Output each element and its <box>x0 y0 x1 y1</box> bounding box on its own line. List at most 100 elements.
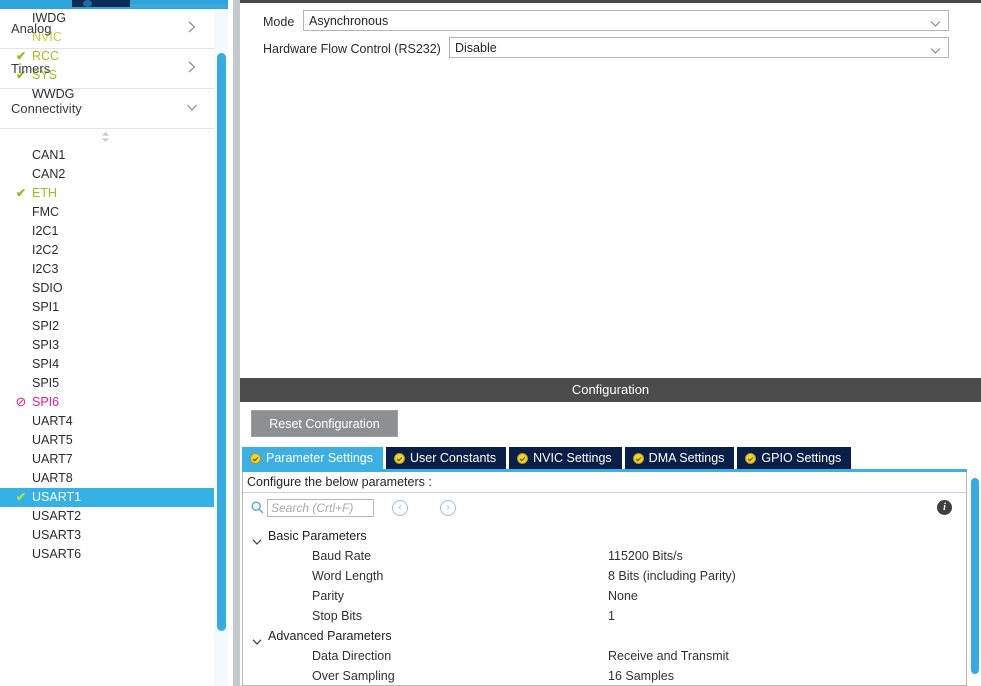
peripheral-item-i2c3[interactable]: I2C3 <box>0 260 214 279</box>
tab-nvic-settings[interactable]: NVIC Settings <box>509 447 622 469</box>
peripheral-item-uart4[interactable]: UART4 <box>0 412 214 431</box>
param-value[interactable]: None <box>608 586 638 606</box>
tab-status-check-icon <box>517 453 529 464</box>
peripheral-item-spi4[interactable]: SPI4 <box>0 355 214 374</box>
status-placeholder-icon <box>14 450 28 469</box>
mode-select-value: Asynchronous <box>309 14 389 28</box>
param-group-basic-parameters[interactable]: Basic Parameters <box>243 526 966 546</box>
peripheral-item-usart3[interactable]: USART3 <box>0 526 214 545</box>
usart1-config-panel: Mode Asynchronous Hardware Flow Control … <box>240 0 981 686</box>
tab-status-check-icon <box>632 453 644 464</box>
param-value[interactable]: 115200 Bits/s <box>608 546 683 566</box>
check-icon: ✔ <box>15 490 27 504</box>
tab-user-constants[interactable]: User Constants <box>386 447 507 469</box>
status-placeholder-icon <box>14 526 28 545</box>
param-row[interactable]: Data Direction Receive and Transmit <box>243 646 966 666</box>
peripheral-item-label: UART8 <box>32 471 73 485</box>
peripheral-item-usart6[interactable]: USART6 <box>0 545 214 564</box>
peripheral-item-label: I2C2 <box>32 243 59 257</box>
peripheral-item-i2c2[interactable]: I2C2 <box>0 241 214 260</box>
parameter-tree[interactable]: Basic Parameters Baud Rate 115200 Bits/s Wo… <box>243 526 966 685</box>
top-strip-divider <box>130 4 230 8</box>
search-input[interactable] <box>267 499 374 517</box>
param-group-label: Basic Parameters <box>268 529 367 543</box>
top-active-tab-sliver[interactable] <box>72 0 130 7</box>
status-placeholder-icon <box>14 165 28 184</box>
peripheral-item-label: SPI5 <box>32 376 60 390</box>
param-row[interactable]: Over Sampling 16 Samples <box>243 666 966 685</box>
mode-row: Mode Asynchronous <box>240 10 981 37</box>
peripheral-item-label: ETH <box>32 186 57 200</box>
tab-status-check-icon <box>394 453 405 464</box>
peripheral-item-sdio[interactable]: SDIO <box>0 279 214 298</box>
chevron-down-icon[interactable] <box>252 532 262 545</box>
peripheral-item-eth[interactable]: ✔ ETH <box>0 184 214 203</box>
category-group-timers[interactable]: Timers <box>0 48 214 89</box>
peripheral-item-uart5[interactable]: UART5 <box>0 431 214 450</box>
chevron-down-icon <box>186 100 198 114</box>
tab-parameter-settings[interactable]: Parameter Settings <box>242 447 383 469</box>
param-name: Baud Rate <box>312 549 372 563</box>
reset-configuration-button[interactable]: Reset Configuration <box>251 410 398 437</box>
peripheral-item-label: CAN1 <box>32 148 66 162</box>
peripheral-item-uart7[interactable]: UART7 <box>0 450 214 469</box>
param-value[interactable]: 1 <box>608 606 615 626</box>
connectivity-list: CAN1 CAN2 ✔ ETH FMC I2C1 I2C2 I2C3 SDIO SPI1 SPI2 S… <box>0 146 214 564</box>
peripheral-item-label: USART3 <box>32 528 82 542</box>
configuration-tabs[interactable]: Parameter Settings User Constants NVIC Set… <box>242 447 854 469</box>
category-groups: Analog Timers Connectivity CAN1 CAN2 ✔ ETH FMC I… <box>0 9 214 564</box>
status-placeholder-icon <box>14 507 28 526</box>
param-value[interactable]: Receive and Transmit <box>608 646 729 666</box>
parameter-scrollbar-thumb[interactable] <box>971 478 979 674</box>
peripheral-item-label: SPI1 <box>32 300 60 314</box>
peripheral-item-label: CAN2 <box>32 167 66 181</box>
tab-dma-settings[interactable]: DMA Settings <box>624 447 735 469</box>
category-group-analog[interactable]: Analog <box>0 9 214 49</box>
chevron-right-icon <box>186 60 198 74</box>
tab-status-check-icon <box>745 453 757 464</box>
left-scrollbar-thumb[interactable] <box>217 53 226 631</box>
peripheral-item-i2c1[interactable]: I2C1 <box>0 222 214 241</box>
param-name: Stop Bits <box>312 609 363 623</box>
peripheral-item-can2[interactable]: CAN2 <box>0 165 214 184</box>
tab-label: User Constants <box>410 451 497 465</box>
search-next-button[interactable]: › <box>440 500 456 516</box>
peripheral-item-spi6[interactable]: ⊘ SPI6 <box>0 393 214 412</box>
peripheral-item-fmc[interactable]: FMC <box>0 203 214 222</box>
param-row[interactable]: Stop Bits 1 <box>243 606 966 626</box>
left-panel-gutter-inner <box>228 0 233 686</box>
peripheral-item-spi2[interactable]: SPI2 <box>0 317 214 336</box>
search-icon <box>251 501 264 514</box>
category-group-connectivity[interactable]: Connectivity <box>0 88 214 129</box>
peripheral-item-can1[interactable]: CAN1 <box>0 146 214 165</box>
flow-control-row: Hardware Flow Control (RS232) Disable <box>240 37 981 64</box>
param-value[interactable]: 8 Bits (including Parity) <box>608 566 736 586</box>
mode-select[interactable]: Asynchronous <box>303 10 949 31</box>
peripheral-item-spi3[interactable]: SPI3 <box>0 336 214 355</box>
search-prev-button[interactable]: ‹ <box>392 500 408 516</box>
peripheral-item-label: SPI2 <box>32 319 60 333</box>
param-row[interactable]: Baud Rate 115200 Bits/s <box>243 546 966 566</box>
peripheral-item-label: UART5 <box>32 433 73 447</box>
info-icon[interactable]: i <box>937 500 952 515</box>
peripheral-item-spi1[interactable]: SPI1 <box>0 298 214 317</box>
peripheral-item-usart1[interactable]: ✔ USART1 <box>0 488 214 507</box>
peripheral-item-label: UART4 <box>32 414 73 428</box>
param-name: Parity <box>312 589 344 603</box>
flow-control-select[interactable]: Disable <box>449 37 949 58</box>
param-value[interactable]: 16 Samples <box>608 666 674 685</box>
status-placeholder-icon <box>14 355 28 374</box>
peripheral-item-spi5[interactable]: SPI5 <box>0 374 214 393</box>
param-row[interactable]: Word Length 8 Bits (including Parity) <box>243 566 966 586</box>
param-row[interactable]: Parity None <box>243 586 966 606</box>
status-placeholder-icon <box>14 260 28 279</box>
chevron-down-icon[interactable] <box>252 632 262 645</box>
peripheral-item-uart8[interactable]: UART8 <box>0 469 214 488</box>
param-group-advanced-parameters[interactable]: Advanced Parameters <box>243 626 966 646</box>
check-icon: ✔ <box>15 186 27 200</box>
tab-gpio-settings[interactable]: GPIO Settings <box>737 447 852 469</box>
panel-top-rule <box>240 0 981 3</box>
peripheral-item-usart2[interactable]: USART2 <box>0 507 214 526</box>
peripheral-tree-panel[interactable]: IWDG NVIC ✔ RCC ✔ SYS WWDG Analog Timers Connect… <box>0 9 214 686</box>
scroll-updown-handle[interactable] <box>0 129 214 146</box>
